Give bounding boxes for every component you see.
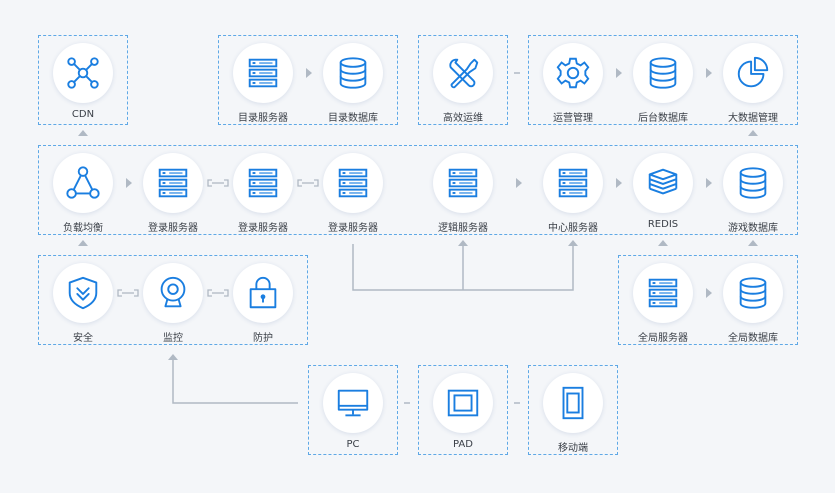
node-backend-db: 后台数据库 <box>633 43 693 124</box>
node-label: 移动端 <box>558 443 588 454</box>
node-directory-server: 目录服务器 <box>233 43 293 124</box>
node-label: 游戏数据库 <box>728 223 778 234</box>
server-icon <box>448 168 478 198</box>
arrow-up <box>458 240 468 246</box>
node-game-db: 游戏数据库 <box>723 153 783 234</box>
server-icon <box>648 278 678 308</box>
node-operation-mgmt: 运营管理 <box>543 43 603 124</box>
node-redis: REDIS <box>633 153 693 233</box>
node-ops: 高效运维 <box>433 43 493 124</box>
routing-line <box>172 360 298 404</box>
node-label: 全局数据库 <box>728 333 778 344</box>
arrow-up <box>658 240 668 246</box>
node-global-server: 全局服务器 <box>633 263 693 344</box>
pie-chart-icon <box>737 56 769 88</box>
node-login-server-3: 登录服务器 <box>323 153 383 234</box>
database-icon <box>739 277 767 309</box>
node-login-server-2: 登录服务器 <box>233 153 293 234</box>
arrow-up <box>748 130 758 136</box>
arrow-up <box>748 240 758 246</box>
redis-stack-icon <box>648 168 678 195</box>
node-load-balance: 负载均衡 <box>53 153 113 234</box>
node-pc: PC <box>323 373 383 453</box>
node-directory-db: 目录数据库 <box>323 43 383 124</box>
database-icon <box>739 167 767 199</box>
node-label: PAD <box>453 439 473 450</box>
arrow-up <box>168 354 178 360</box>
node-label: 逻辑服务器 <box>438 223 488 234</box>
shield-icon <box>68 276 98 310</box>
tools-icon <box>449 58 479 89</box>
node-monitor: 监控 <box>143 263 203 344</box>
node-bigdata-mgmt: 大数据管理 <box>723 43 783 124</box>
database-icon <box>339 57 367 89</box>
database-icon <box>649 57 677 89</box>
arrow-up <box>78 240 88 246</box>
node-center-server: 中心服务器 <box>543 153 603 234</box>
node-mobile: 移动端 <box>543 373 603 454</box>
node-protection: 防护 <box>233 263 293 344</box>
node-security: 安全 <box>53 263 113 344</box>
server-icon <box>248 168 278 198</box>
arrow-up <box>568 240 578 246</box>
monitor-icon <box>337 389 369 417</box>
arrow-up <box>78 130 88 136</box>
server-icon <box>558 168 588 198</box>
server-icon <box>248 58 278 88</box>
node-label: 登录服务器 <box>328 223 378 234</box>
server-icon <box>338 168 368 198</box>
node-login-server-1: 登录服务器 <box>143 153 203 234</box>
gear-icon <box>556 57 590 89</box>
webcam-icon <box>160 276 186 308</box>
mobile-phone-icon <box>562 386 584 420</box>
node-global-db: 全局数据库 <box>723 263 783 344</box>
server-icon <box>158 168 188 198</box>
node-label: 大数据管理 <box>728 113 778 124</box>
node-logic-server: 逻辑服务器 <box>433 153 493 234</box>
node-label: CDN <box>71 109 95 120</box>
node-label: 防护 <box>253 333 273 344</box>
network-hub-icon <box>67 57 99 89</box>
architecture-diagram: CDN 目录服务器 目录数据库 高效运维 运营管理 后台数据库 大数据管理 负载… <box>0 0 835 493</box>
tablet-landscape-icon <box>447 389 479 417</box>
node-label: 目录数据库 <box>328 113 378 124</box>
node-label: 高效运维 <box>443 113 483 124</box>
node-cdn: CDN <box>53 43 113 123</box>
lock-icon <box>249 276 277 309</box>
load-balance-icon <box>66 166 100 199</box>
node-pad: PAD <box>433 373 493 453</box>
node-label: PC <box>346 439 360 450</box>
